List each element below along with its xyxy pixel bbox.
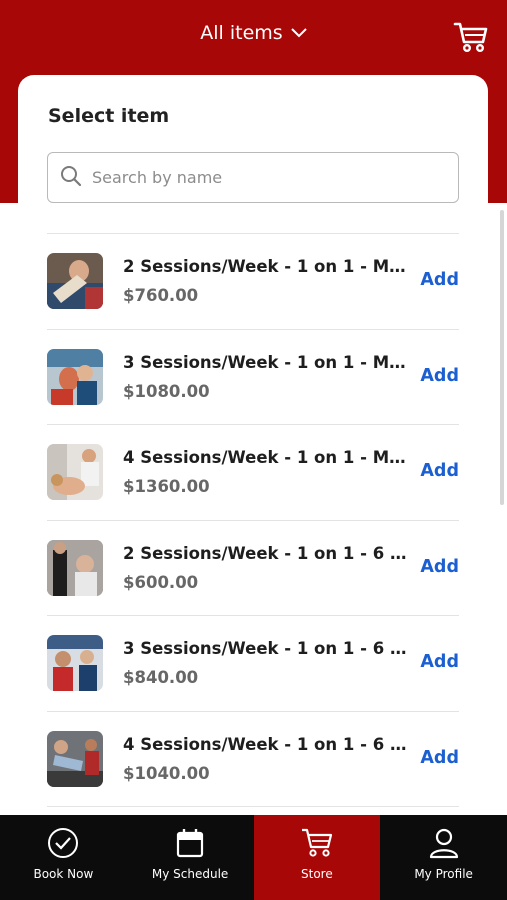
item-thumbnail (47, 348, 103, 405)
item-price: $840.00 (123, 668, 199, 688)
nav-my-profile[interactable]: My Profile (380, 815, 507, 900)
item-thumbnail (47, 635, 103, 692)
add-button[interactable]: Add (420, 366, 459, 386)
item-thumbnail (47, 444, 103, 501)
list-item[interactable]: 2 Sessions/Week - 1 on 1 - 6 M... $600.0… (47, 519, 459, 616)
category-dropdown-label: All items (200, 22, 283, 44)
item-select-card: Select item 2 Sessions/Week - 1 on 1 - M… (18, 75, 488, 835)
item-name: 2 Sessions/Week - 1 on 1 - Mon... (123, 257, 411, 277)
item-thumbnail (47, 253, 103, 310)
item-price: $1080.00 (123, 381, 210, 401)
add-button[interactable]: Add (420, 748, 459, 768)
nav-label: My Schedule (151, 867, 229, 881)
cart-icon (301, 828, 332, 857)
item-name: 3 Sessions/Week - 1 on 1 - Mon... (123, 352, 411, 372)
bottom-nav: Book Now My Schedule Store My Profile (0, 815, 507, 900)
category-dropdown[interactable]: All items (0, 22, 507, 44)
calendar-icon (177, 829, 204, 858)
check-circle-icon (48, 828, 79, 858)
item-name: 2 Sessions/Week - 1 on 1 - 6 M... (123, 543, 411, 563)
add-button[interactable]: Add (420, 270, 459, 290)
nav-store[interactable]: Store (253, 815, 381, 900)
item-price: $1360.00 (123, 477, 210, 497)
nav-my-schedule[interactable]: My Schedule (127, 815, 254, 900)
item-name: 4 Sessions/Week - 1 on 1 - Mon... (123, 448, 411, 468)
scrollbar[interactable] (500, 210, 504, 505)
cart-icon[interactable] (453, 20, 489, 54)
search-icon (60, 165, 82, 191)
add-button[interactable]: Add (420, 652, 459, 672)
add-button[interactable]: Add (420, 557, 459, 577)
item-name: 4 Sessions/Week - 1 on 1 - 6 M... (123, 734, 411, 754)
item-list: 2 Sessions/Week - 1 on 1 - Mon... $760.0… (47, 233, 459, 835)
item-price: $600.00 (123, 572, 199, 592)
nav-label: My Profile (414, 867, 473, 881)
item-name: 3 Sessions/Week - 1 on 1 - 6 M... (123, 639, 411, 659)
list-item[interactable]: 3 Sessions/Week - 1 on 1 - 6 M... $840.0… (47, 615, 459, 711)
user-icon (429, 828, 458, 859)
list-item[interactable]: 2 Sessions/Week - 1 on 1 - Mon... $760.0… (47, 233, 459, 329)
nav-label: Store (301, 867, 333, 881)
add-button[interactable]: Add (420, 461, 459, 481)
item-price: $1040.00 (123, 763, 210, 783)
card-title: Select item (48, 105, 170, 127)
search-field[interactable] (47, 152, 459, 203)
list-item[interactable]: 4 Sessions/Week - 1 on 1 - Mon... $1360.… (47, 424, 459, 520)
item-thumbnail (47, 539, 103, 596)
nav-book-now[interactable]: Book Now (0, 815, 127, 900)
nav-label: Book Now (33, 867, 94, 881)
item-thumbnail (47, 730, 103, 787)
list-item[interactable]: 3 Sessions/Week - 1 on 1 - Mon... $1080.… (47, 328, 459, 425)
search-input[interactable] (92, 168, 432, 187)
list-item[interactable]: 4 Sessions/Week - 1 on 1 - 6 M... $1040.… (47, 710, 459, 807)
item-price: $760.00 (123, 286, 199, 306)
chevron-down-icon (290, 28, 307, 38)
